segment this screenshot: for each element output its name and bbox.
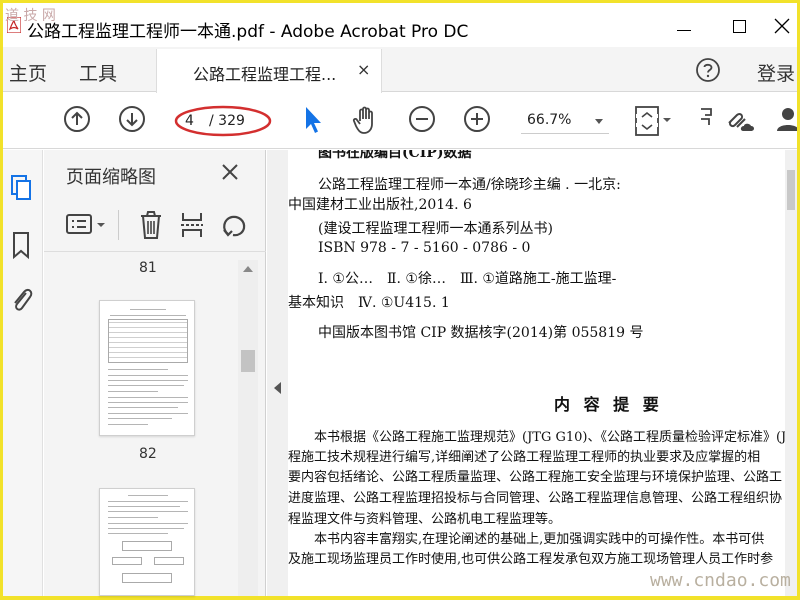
next-page-icon[interactable] [118, 105, 146, 133]
section-heading: 内 容 提 要 [554, 395, 663, 414]
previous-page-icon[interactable] [63, 105, 91, 133]
thumbnail-tools [44, 198, 266, 252]
share-link-icon[interactable] [723, 105, 757, 137]
collapse-panel-icon[interactable] [274, 382, 281, 394]
page-thumbnails-panel: 页面缩略图 81 82 [44, 150, 266, 596]
tab-tools[interactable]: 工具 [79, 59, 117, 86]
document-text-line: 基本知识 Ⅳ. ①U415. 1 [288, 295, 450, 311]
tab-home[interactable]: 主页 [9, 59, 47, 86]
close-tab-icon[interactable]: × [357, 60, 370, 79]
bookmark-icon[interactable] [8, 230, 36, 260]
comment-icon[interactable] [699, 105, 713, 135]
document-text-line: (建设工程监理工程师一本通系列丛书) [318, 221, 553, 237]
close-icon [774, 18, 790, 34]
attachment-icon[interactable] [8, 284, 36, 316]
main-toolbar: 4 / 329 66.7% [3, 93, 797, 149]
zoom-out-icon[interactable] [408, 105, 436, 133]
document-body-line: 程监理文件与资料管理、公路机电工程监理等。 [288, 512, 562, 527]
document-body-line: 程施工技术规程进行编写,详细阐述了公路工程监理工程师的执业要求及应掌握的相 [288, 450, 761, 465]
document-scrollbar[interactable] [785, 150, 797, 596]
document-text-line: 中国版本图书馆 CIP 数据核字(2014)第 055819 号 [318, 325, 644, 341]
document-text-line: ISBN 978 - 7 - 5160 - 0786 - 0 [318, 240, 531, 256]
tab-document[interactable]: 公路工程监理工程... × [156, 49, 382, 93]
navigation-rail [3, 150, 43, 596]
extract-page-icon[interactable] [179, 210, 205, 240]
select-cursor-icon[interactable] [303, 105, 325, 135]
close-window-button[interactable] [765, 11, 800, 41]
rotate-page-icon[interactable] [220, 210, 248, 240]
zoom-in-icon[interactable] [463, 105, 491, 133]
current-page-input[interactable]: 4 [185, 113, 194, 129]
document-body-line: 本书内容丰富翔实,在理论阐述的基础上,更加强调实践中的可操作性。本书可供 [314, 532, 765, 547]
scrollbar-thumb[interactable] [241, 350, 255, 372]
document-text-line: 图书在版编目(CIP)数据 [318, 150, 472, 161]
sign-in-link[interactable]: 登录 [757, 59, 795, 86]
page-number-field[interactable]: 4 / 329 [173, 105, 273, 137]
hand-tool-icon[interactable] [351, 105, 381, 135]
watermark-bottom: www.cndao.com [650, 570, 791, 591]
thumbnail-page-number: 81 [139, 260, 157, 276]
document-text-line: 中国建材工业出版社,2014. 6 [288, 197, 472, 213]
scrollbar-thumb[interactable] [787, 170, 795, 210]
delete-page-icon[interactable] [138, 210, 164, 240]
document-body-line: 本书根据《公路工程施工监理规范》(JTG G10)、《公路工程质量检验评定标准》… [314, 430, 785, 445]
document-view[interactable]: 图书在版编目(CIP)数据 公路工程监理工程师一本通/徐晓珍主编 . 一北京: … [288, 150, 785, 596]
thumbnail-page-number: 82 [139, 446, 157, 462]
total-pages-label: / 329 [209, 113, 245, 129]
tab-bar: 主页 工具 公路工程监理工程... × 登录 [3, 47, 797, 93]
document-text-line: Ⅰ. ①公… Ⅱ. ①徐… Ⅲ. ①道路施工-施工监理- [318, 271, 617, 287]
document-text-line: 公路工程监理工程师一本通/徐晓珍主编 . 一北京: [318, 177, 621, 193]
page-thumbnail[interactable] [99, 300, 195, 436]
window-frame-bottom [0, 596, 800, 600]
thumbnail-options-icon[interactable] [64, 210, 110, 240]
document-body-line: 要内容包括绪论、公路工程质量监理、公路工程施工安全监理与环境保护监理、公路工 [288, 470, 783, 485]
close-panel-icon[interactable] [220, 162, 240, 182]
watermark-top: 道 技 网 [5, 8, 56, 24]
thumbnail-scrollbar[interactable] [238, 260, 258, 596]
page-thumbnail[interactable] [99, 488, 195, 596]
fit-page-icon[interactable] [633, 105, 673, 137]
scroll-up-icon[interactable] [243, 266, 253, 272]
window-title: 公路工程监理工程师一本通.pdf - Adobe Acrobat Pro DC [27, 22, 469, 42]
document-body-line: 及施工现场监理员工作时使用,也可供公路工程发承包双方施工现场管理人员工作时参 [288, 552, 774, 567]
user-icon[interactable] [775, 105, 797, 135]
title-bar: 公路工程监理工程师一本通.pdf - Adobe Acrobat Pro DC … [3, 3, 797, 47]
help-icon[interactable] [695, 57, 721, 83]
zoom-value: 66.7% [527, 112, 572, 128]
panel-collapse-strip[interactable] [267, 150, 288, 596]
document-tab-label: 公路工程监理工程... [193, 65, 337, 84]
maximize-button[interactable] [721, 11, 761, 41]
page-thumbnails-icon[interactable] [8, 172, 36, 202]
chevron-down-icon [595, 119, 603, 124]
zoom-level-dropdown[interactable]: 66.7% [521, 108, 609, 134]
minimize-button[interactable] [663, 11, 703, 41]
toolbar-divider [118, 210, 119, 240]
panel-title: 页面缩略图 [66, 167, 156, 188]
document-body-line: 进度监理、公路工程监理招投标与合同管理、公路工程监理信息管理、公路工程组织协 [288, 491, 783, 506]
